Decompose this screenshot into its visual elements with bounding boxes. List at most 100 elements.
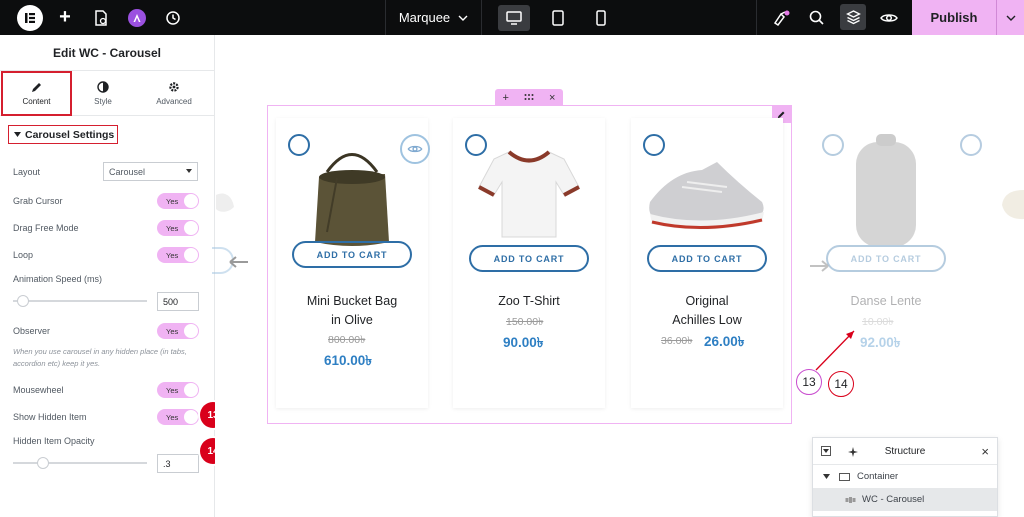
caret-down-icon — [823, 474, 830, 479]
publish-button[interactable]: Publish — [912, 0, 996, 35]
close-icon[interactable]: × — [981, 444, 989, 459]
peek-item-left — [216, 175, 234, 225]
structure-header: Structure × — [813, 438, 997, 465]
loop-label: Loop — [13, 250, 34, 260]
add-to-cart-button[interactable]: ADD TO CART — [469, 245, 589, 272]
show-hidden-label: Show Hidden Item — [13, 412, 87, 422]
observer-label: Observer — [13, 326, 51, 336]
add-to-cart-button[interactable]: ADD TO CART — [826, 245, 946, 272]
hidden-opacity-slider[interactable] — [13, 462, 147, 464]
hidden-opacity-label: Hidden Item Opacity — [13, 436, 95, 446]
container-icon — [839, 472, 850, 481]
old-price: 36.00৳ — [661, 335, 693, 347]
old-price: 150.00৳ — [506, 316, 544, 328]
caret-down-icon — [14, 132, 21, 137]
product-card[interactable]: ADD TO CART Zoo T-Shirt 150.00৳ 90.00৳ — [453, 118, 605, 408]
layout-label: Layout — [13, 167, 41, 177]
select-circle-icon[interactable] — [960, 134, 982, 156]
add-element-icon[interactable]: + — [55, 0, 75, 35]
product-card[interactable]: ADD TO CART Mini Bucket Bag in Olive 800… — [276, 118, 428, 408]
product-name-line2[interactable]: Achilles Low — [631, 311, 783, 330]
add-to-cart-button[interactable]: ADD TO CART — [647, 245, 767, 272]
callout-13: 13 — [796, 369, 822, 395]
history-icon[interactable] — [163, 0, 183, 35]
add-to-cart-button[interactable]: ADD TO CART — [292, 241, 412, 268]
top-bar: + Marquee Publish — [0, 0, 1024, 35]
elementor-logo-icon[interactable] — [16, 0, 44, 35]
hidden-opacity-knob[interactable] — [37, 457, 49, 469]
new-price: 90.00৳ — [503, 335, 544, 350]
grab-cursor-toggle[interactable]: Yes — [157, 193, 199, 209]
show-hidden-toggle[interactable]: Yes — [157, 409, 199, 425]
layout-select[interactable]: Carousel — [103, 162, 198, 181]
quick-view-eye-icon[interactable] — [400, 134, 430, 164]
container-handle[interactable]: + × — [495, 89, 563, 106]
select-circle-icon[interactable] — [465, 134, 487, 156]
topbar-divider — [756, 0, 757, 35]
panel-tabs: Content Style Advanced — [0, 71, 214, 116]
carousel-widget-icon — [845, 496, 856, 503]
select-circle-icon[interactable] — [643, 134, 665, 156]
old-price: 800.00৳ — [328, 334, 366, 346]
structure-row-container[interactable]: Container — [813, 465, 997, 488]
page-selector[interactable]: Marquee — [385, 0, 482, 35]
page-name: Marquee — [398, 10, 451, 25]
preview-eye-icon[interactable] — [878, 0, 900, 35]
mobile-view-icon[interactable] — [585, 5, 617, 31]
select-circle-icon[interactable] — [822, 134, 844, 156]
structure-title: Structure — [884, 445, 926, 457]
tab-style[interactable]: Style — [68, 73, 138, 114]
chevron-down-icon — [458, 15, 468, 21]
structure-row-label: Container — [857, 471, 899, 482]
product-name[interactable]: Original — [631, 292, 783, 311]
page-settings-icon[interactable] — [92, 0, 110, 35]
carousel-settings-section[interactable]: Carousel Settings — [8, 125, 118, 144]
product-card[interactable]: ADD TO CART Original Achilles Low 36.00৳… — [631, 118, 783, 408]
next-arrow-icon[interactable] — [809, 257, 829, 278]
product-name-line2[interactable]: in Olive — [276, 311, 428, 330]
caret-down-icon — [186, 169, 192, 173]
tab-label: Style — [94, 97, 112, 106]
publish-options-button[interactable] — [996, 0, 1024, 35]
animation-speed-knob[interactable] — [17, 295, 29, 307]
section-title: Carousel Settings — [25, 128, 115, 141]
annotation-arrow — [815, 330, 855, 371]
drag-free-label: Drag Free Mode — [13, 223, 79, 233]
drag-free-toggle[interactable]: Yes — [157, 220, 199, 236]
loop-toggle[interactable]: Yes — [157, 247, 199, 263]
drag-handle-icon[interactable] — [524, 92, 534, 104]
structure-row-carousel[interactable]: WC - Carousel — [813, 488, 997, 511]
mousewheel-toggle[interactable]: Yes — [157, 382, 199, 398]
ai-assistant-icon[interactable] — [126, 0, 148, 35]
desktop-view-icon[interactable] — [498, 5, 530, 31]
layout-value: Carousel — [109, 166, 146, 177]
animation-speed-input[interactable]: 500 — [157, 292, 199, 311]
structure-row-label: WC - Carousel — [862, 494, 925, 505]
notifications-icon[interactable] — [770, 0, 792, 35]
product-name[interactable]: Zoo T-Shirt — [453, 292, 605, 311]
new-price: 26.00৳ — [704, 334, 745, 349]
hidden-opacity-input[interactable]: .3 — [157, 454, 199, 473]
tablet-view-icon[interactable] — [542, 5, 574, 31]
add-icon[interactable]: + — [503, 92, 509, 104]
callout-14: 14 — [828, 371, 854, 397]
pencil-icon — [31, 83, 41, 92]
product-name[interactable]: Mini Bucket Bag — [276, 292, 428, 311]
half-circle-icon — [97, 81, 109, 93]
peek-item-right — [998, 175, 1024, 225]
gear-icon — [169, 82, 179, 92]
tab-advanced[interactable]: Advanced — [139, 73, 209, 114]
old-price: 10.00৳ — [862, 316, 894, 328]
tab-content[interactable]: Content — [1, 71, 72, 116]
animation-speed-slider[interactable] — [13, 300, 147, 302]
prev-arrow-icon[interactable] — [229, 253, 249, 274]
search-icon[interactable] — [806, 0, 826, 35]
structure-panel: Structure × Container WC - Carousel — [812, 437, 998, 517]
layers-icon[interactable] — [840, 4, 866, 30]
grab-cursor-label: Grab Cursor — [13, 196, 63, 206]
observer-toggle[interactable]: Yes — [157, 323, 199, 339]
select-circle-icon[interactable] — [288, 134, 310, 156]
product-name[interactable]: Danse Lente — [810, 292, 962, 311]
close-icon[interactable]: × — [549, 92, 555, 104]
new-price: 610.00৳ — [324, 353, 373, 368]
